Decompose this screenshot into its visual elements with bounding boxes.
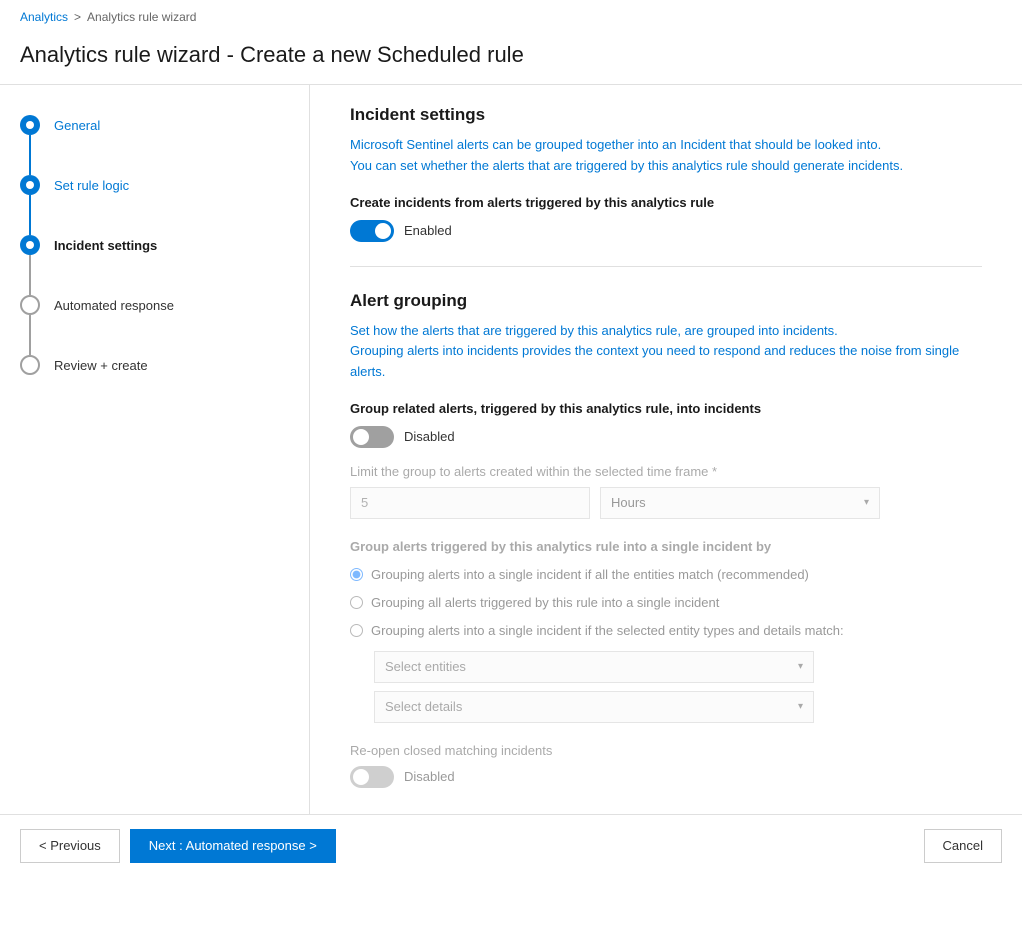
step-circle-automated-response: [20, 295, 40, 315]
reopen-label: Re-open closed matching incidents: [350, 743, 982, 758]
step-circle-inner-incident-settings: [26, 241, 34, 249]
reopen-toggle-row: Disabled: [350, 766, 982, 788]
step-line-general: [29, 135, 31, 175]
sidebar-item-set-rule-logic[interactable]: Set rule logic: [20, 175, 289, 235]
step-connector-general: [20, 115, 40, 175]
create-incidents-toggle-label: Enabled: [404, 223, 452, 238]
alert-grouping-section: Alert grouping Set how the alerts that a…: [350, 291, 982, 788]
step-label-set-rule-logic[interactable]: Set rule logic: [54, 175, 129, 215]
create-incidents-label: Create incidents from alerts triggered b…: [350, 195, 982, 210]
sidebar-item-review-create: Review + create: [20, 355, 289, 395]
time-frame-input[interactable]: [350, 487, 590, 519]
next-button[interactable]: Next : Automated response >: [130, 829, 336, 863]
incident-settings-desc-line2: You can set whether the alerts that are …: [350, 158, 903, 173]
radio-all-alerts-label: Grouping all alerts triggered by this ru…: [371, 594, 719, 612]
time-frame-unit-label: Hours: [611, 495, 646, 510]
create-incidents-toggle-row: Enabled: [350, 220, 982, 242]
main-container: General Set rule logic: [0, 84, 1022, 814]
sidebar-item-automated-response: Automated response: [20, 295, 289, 355]
step-connector-review-create: [20, 355, 40, 375]
reopen-toggle-label: Disabled: [404, 769, 455, 784]
incident-settings-description: Microsoft Sentinel alerts can be grouped…: [350, 135, 982, 177]
step-label-general[interactable]: General: [54, 115, 100, 155]
radio-option-selected-entities[interactable]: Grouping alerts into a single incident i…: [350, 622, 982, 640]
step-circle-inner-general: [26, 121, 34, 129]
time-frame-section: Limit the group to alerts created within…: [350, 464, 982, 519]
radio-selected-entities-label: Grouping alerts into a single incident i…: [371, 622, 844, 640]
page-title: Analytics rule wizard - Create a new Sch…: [0, 34, 1022, 84]
step-circle-set-rule-logic: [20, 175, 40, 195]
time-frame-label: Limit the group to alerts created within…: [350, 464, 982, 479]
reopen-toggle-slider[interactable]: [350, 766, 394, 788]
step-circle-general: [20, 115, 40, 135]
sidebar-item-incident-settings[interactable]: Incident settings: [20, 235, 289, 295]
select-entities-dropdown[interactable]: Select entities ▾: [374, 651, 814, 683]
incident-settings-desc-line1: Microsoft Sentinel alerts can be grouped…: [350, 137, 881, 152]
step-line-incident-settings: [29, 255, 31, 295]
step-connector-incident-settings: [20, 235, 40, 295]
radio-option-all-alerts[interactable]: Grouping all alerts triggered by this ru…: [350, 594, 982, 612]
create-incidents-toggle-slider[interactable]: [350, 220, 394, 242]
group-related-label: Group related alerts, triggered by this …: [350, 401, 982, 416]
grouping-by-label: Group alerts triggered by this analytics…: [350, 539, 982, 554]
grouping-options-section: Group alerts triggered by this analytics…: [350, 539, 982, 723]
radio-all-alerts[interactable]: [350, 596, 363, 609]
radio-all-entities[interactable]: [350, 568, 363, 581]
group-related-toggle-slider[interactable]: [350, 426, 394, 448]
group-related-toggle-row: Disabled: [350, 426, 982, 448]
incident-settings-section: Incident settings Microsoft Sentinel ale…: [350, 105, 982, 242]
step-circle-review-create: [20, 355, 40, 375]
wizard-steps: General Set rule logic: [20, 115, 289, 395]
cancel-button[interactable]: Cancel: [924, 829, 1002, 863]
time-frame-unit-select[interactable]: Hours ▾: [600, 487, 880, 519]
reopen-toggle[interactable]: [350, 766, 394, 788]
select-details-chevron: ▾: [798, 701, 803, 712]
incident-settings-title: Incident settings: [350, 105, 982, 125]
grouping-disabled-section: Limit the group to alerts created within…: [350, 464, 982, 788]
select-details-placeholder: Select details: [385, 699, 462, 714]
sidebar: General Set rule logic: [0, 85, 310, 814]
footer: < Previous Next : Automated response > C…: [0, 814, 1022, 877]
step-circle-incident-settings: [20, 235, 40, 255]
step-connector-automated-response: [20, 295, 40, 355]
select-details-dropdown[interactable]: Select details ▾: [374, 691, 814, 723]
step-line-set-rule-logic: [29, 195, 31, 235]
previous-button[interactable]: < Previous: [20, 829, 120, 863]
section-divider: [350, 266, 982, 267]
breadcrumb-analytics-link[interactable]: Analytics: [20, 10, 68, 24]
alert-grouping-desc-line1: Set how the alerts that are triggered by…: [350, 323, 838, 338]
step-label-incident-settings[interactable]: Incident settings: [54, 235, 157, 275]
sidebar-item-general[interactable]: General: [20, 115, 289, 175]
select-entities-chevron: ▾: [798, 661, 803, 672]
radio-all-entities-label: Grouping alerts into a single incident i…: [371, 566, 809, 584]
step-line-automated-response: [29, 315, 31, 355]
alert-grouping-desc-line2: Grouping alerts into incidents provides …: [350, 343, 959, 379]
radio-option-all-entities[interactable]: Grouping alerts into a single incident i…: [350, 566, 982, 584]
alert-grouping-description: Set how the alerts that are triggered by…: [350, 321, 982, 383]
entity-selects: Select entities ▾ Select details ▾: [374, 651, 982, 723]
breadcrumb-current: Analytics rule wizard: [87, 10, 196, 24]
step-circle-inner-set-rule-logic: [26, 181, 34, 189]
breadcrumb: Analytics > Analytics rule wizard: [0, 0, 1022, 34]
select-entities-placeholder: Select entities: [385, 659, 466, 674]
time-frame-unit-chevron: ▾: [864, 497, 869, 508]
radio-selected-entities[interactable]: [350, 624, 363, 637]
group-related-toggle[interactable]: [350, 426, 394, 448]
create-incidents-toggle[interactable]: [350, 220, 394, 242]
alert-grouping-title: Alert grouping: [350, 291, 982, 311]
breadcrumb-separator: >: [74, 10, 81, 24]
reopen-section: Re-open closed matching incidents Disabl…: [350, 743, 982, 788]
step-label-review-create: Review + create: [54, 355, 148, 395]
content-area: Incident settings Microsoft Sentinel ale…: [310, 85, 1022, 814]
step-label-automated-response: Automated response: [54, 295, 174, 335]
time-frame-row: Hours ▾: [350, 487, 982, 519]
step-connector-set-rule-logic: [20, 175, 40, 235]
group-related-toggle-label: Disabled: [404, 429, 455, 444]
